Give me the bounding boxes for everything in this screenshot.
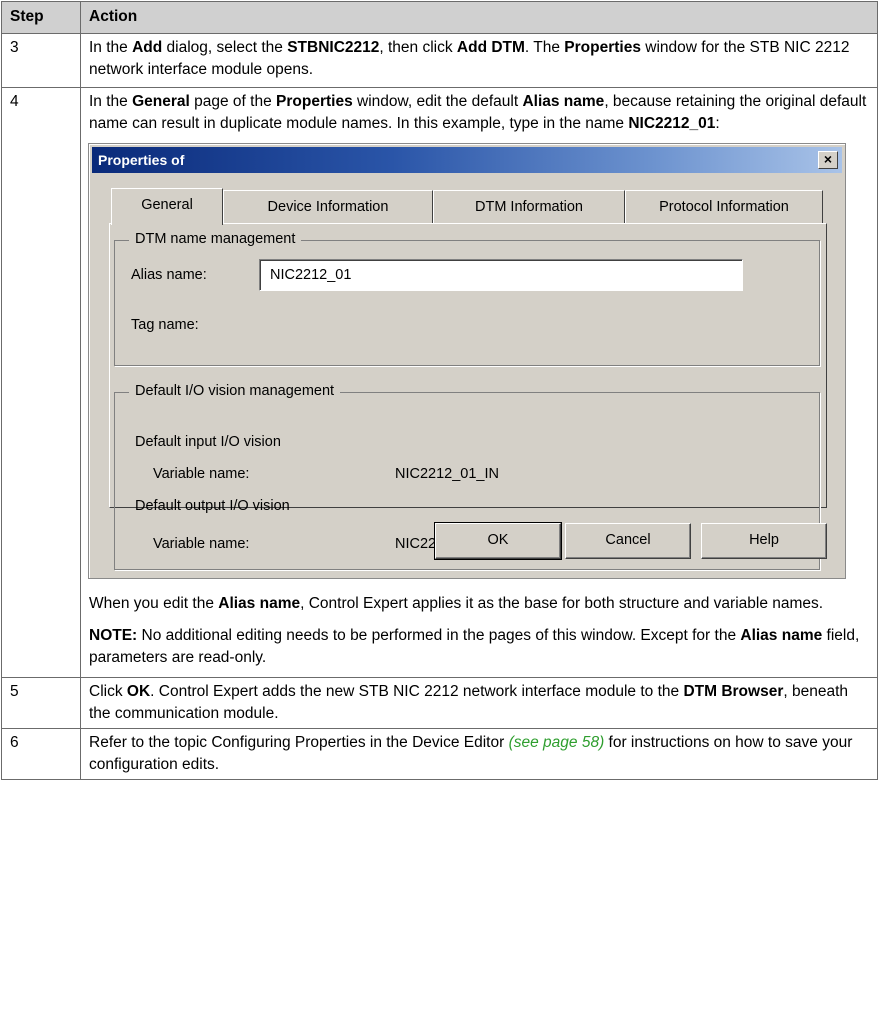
tag-label: Tag name: (131, 317, 199, 333)
header-step: Step (1, 1, 81, 34)
step-action: Refer to the topic Configuring Propertie… (80, 728, 878, 780)
see-page-link[interactable]: (see page 58) (509, 734, 605, 751)
tab-general[interactable]: General (111, 188, 223, 225)
tab-protocol-information[interactable]: Protocol Information (625, 190, 823, 224)
step-action: In the General page of the Properties wi… (80, 87, 878, 678)
alias-explanation: When you edit the Alias name, Control Ex… (89, 595, 824, 612)
input-var-label: Variable name: (153, 466, 250, 482)
input-var-value: NIC2212_01_IN (395, 466, 499, 482)
table-row: 3 In the Add dialog, select the STBNIC22… (1, 33, 878, 88)
alias-label: Alias name: (131, 267, 207, 283)
procedure-table: Step Action 3 In the Add dialog, select … (1, 1, 878, 780)
output-vision-label: Default output I/O vision (135, 498, 290, 514)
step-action: Click OK. Control Expert adds the new ST… (80, 677, 878, 729)
step-action: In the Add dialog, select the STBNIC2212… (80, 33, 878, 88)
input-vision-label: Default input I/O vision (135, 434, 281, 450)
group-title: Default I/O vision management (129, 383, 341, 400)
header-action: Action (80, 1, 878, 34)
dialog-titlebar[interactable]: Properties of × (92, 147, 842, 173)
step-intro: In the General page of the Properties wi… (89, 93, 867, 132)
table-header-row: Step Action (1, 1, 878, 34)
step-number: 6 (1, 728, 81, 780)
step-number: 4 (1, 87, 81, 678)
properties-dialog: Properties of × General Device Informati… (88, 143, 846, 579)
table-row: 5 Click OK. Control Expert adds the new … (1, 677, 878, 729)
tab-device-information[interactable]: Device Information (223, 190, 433, 224)
table-row: 6 Refer to the topic Configuring Propert… (1, 728, 878, 780)
table-row: 4 In the General page of the Properties … (1, 87, 878, 678)
note-paragraph: NOTE: No additional editing needs to be … (89, 627, 860, 666)
group-title: DTM name management (129, 231, 302, 248)
tab-dtm-information[interactable]: DTM Information (433, 190, 625, 224)
step-number: 5 (1, 677, 81, 729)
step-number: 3 (1, 33, 81, 88)
dialog-title: Properties of (98, 152, 185, 168)
help-button[interactable]: Help (701, 523, 827, 559)
cancel-button[interactable]: Cancel (565, 523, 691, 559)
dtm-name-group: DTM name management Alias name: NIC2212_… (114, 231, 820, 366)
ok-button[interactable]: OK (434, 522, 562, 560)
output-var-label: Variable name: (153, 536, 250, 552)
close-icon[interactable]: × (818, 151, 838, 169)
alias-name-input[interactable]: NIC2212_01 (259, 259, 743, 291)
